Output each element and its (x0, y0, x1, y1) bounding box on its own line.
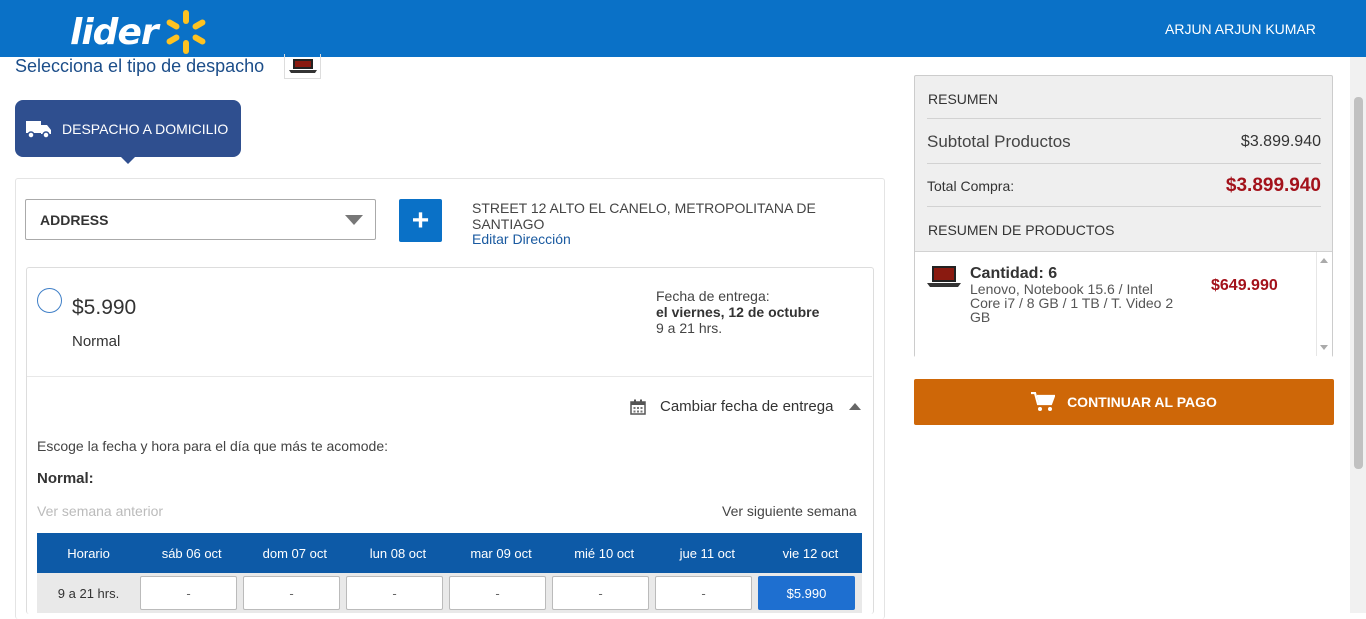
time-slot-selected[interactable]: $5.990 (758, 576, 855, 610)
schedule-header: Horario sáb 06 oct dom 07 oct lun 08 oct… (37, 533, 862, 573)
plus-icon: + (411, 203, 430, 237)
shipping-title-row: Selecciona el tipo de despacho (15, 54, 322, 79)
product-thumbnail (284, 54, 322, 79)
change-date-label: Cambiar fecha de entrega (660, 398, 834, 415)
schedule-header-day: dom 07 oct (262, 545, 327, 561)
time-slot[interactable]: - (655, 576, 752, 610)
delivery-label: Fecha de entrega: (656, 288, 770, 304)
continue-to-payment-button[interactable]: CONTINUAR AL PAGO (914, 379, 1334, 425)
top-header: lider ARJUN ARJUN KUMAR (0, 0, 1366, 57)
subtotal-value: $3.899.940 (1240, 133, 1321, 150)
spark-icon (166, 10, 206, 54)
next-week-link[interactable]: Ver siguiente semana (722, 503, 857, 519)
product-list-scrollbar[interactable] (1316, 252, 1331, 356)
time-slot[interactable]: - (346, 576, 443, 610)
product-list[interactable]: Cantidad: 6 Lenovo, Notebook 15.6 / Inte… (915, 251, 1332, 358)
user-name[interactable]: ARJUN ARJUN KUMAR (1165, 21, 1316, 37)
scrollbar-thumb[interactable] (1354, 97, 1363, 469)
time-slot[interactable]: - (140, 576, 237, 610)
page-title: Selecciona el tipo de despacho (15, 56, 265, 76)
change-date-toggle[interactable]: Cambiar fecha de entrega (630, 398, 862, 415)
schedule-header-day: mar 09 oct (470, 545, 532, 561)
shipping-option-radio[interactable] (37, 288, 62, 313)
schedule-header-day: jue 11 oct (679, 545, 736, 561)
shipping-price: $5.990 (72, 296, 137, 319)
cart-icon (1031, 392, 1056, 411)
scroll-up-icon[interactable] (1320, 258, 1328, 263)
tab-pointer (121, 157, 135, 164)
address-select[interactable]: ADDRESS (25, 199, 376, 240)
chevron-up-icon (849, 403, 862, 410)
truck-icon (26, 120, 51, 139)
calendar-icon (630, 399, 646, 415)
add-address-button[interactable]: + (399, 199, 442, 242)
schedule-row-hours: 9 a 21 hrs. (57, 585, 120, 601)
divider (927, 163, 1321, 164)
schedule-header-day: vie 12 oct (782, 545, 839, 561)
total-label: Total Compra: (927, 178, 1015, 194)
laptop-icon (288, 59, 317, 73)
divider (927, 206, 1321, 207)
schedule-header-day: sáb 06 oct (161, 545, 222, 561)
scroll-down-icon[interactable] (1320, 345, 1328, 350)
edit-address-link[interactable]: Editar Dirección (472, 231, 571, 247)
tab-home-delivery[interactable]: DESPACHO A DOMICILIO (15, 100, 241, 157)
time-slot[interactable]: - (552, 576, 649, 610)
logo-text: lider (70, 11, 159, 53)
prev-week-link[interactable]: Ver semana anterior (37, 503, 163, 519)
product-description: Lenovo, Notebook 15.6 / Intel Core i7 / … (970, 281, 1174, 325)
lider-logo[interactable]: lider (70, 8, 210, 56)
total-value: $3.899.940 (1225, 175, 1321, 196)
order-summary: RESUMEN Subtotal Productos $3.899.940 To… (914, 75, 1333, 358)
chevron-down-icon (345, 214, 363, 225)
time-slot[interactable]: - (449, 576, 546, 610)
divider (927, 118, 1321, 119)
laptop-icon (927, 266, 961, 287)
schedule-instructions: Escoge la fecha y hora para el día que m… (37, 438, 388, 454)
continue-to-payment-label: CONTINUAR AL PAGO (1067, 394, 1217, 410)
schedule-header-day: mié 10 oct (574, 545, 635, 561)
address-text: STREET 12 ALTO EL CANELO, METROPOLITANA … (472, 200, 816, 232)
divider (27, 376, 872, 377)
delivery-hours: 9 a 21 hrs. (656, 320, 723, 336)
schedule-header-day: lun 08 oct (369, 545, 427, 561)
product-price: $649.990 (1211, 277, 1278, 294)
shipping-type: Normal (72, 333, 121, 350)
schedule-header-hours: Horario (67, 545, 110, 561)
summary-title: RESUMEN (928, 91, 999, 107)
page-scrollbar[interactable] (1350, 57, 1366, 613)
address-select-value: ADDRESS (40, 211, 109, 228)
schedule-row: 9 a 21 hrs. - - - - - - $5.990 (37, 573, 862, 613)
subtotal-label: Subtotal Productos (927, 132, 1071, 151)
products-summary-title: RESUMEN DE PRODUCTOS (928, 222, 1115, 238)
schedule-type-label: Normal: (37, 470, 94, 487)
tab-label: DESPACHO A DOMICILIO (62, 120, 229, 137)
delivery-date: el viernes, 12 de octubre (656, 304, 820, 320)
time-slot[interactable]: - (243, 576, 340, 610)
delivery-info: Fecha de entrega: el viernes, 12 de octu… (656, 288, 819, 336)
